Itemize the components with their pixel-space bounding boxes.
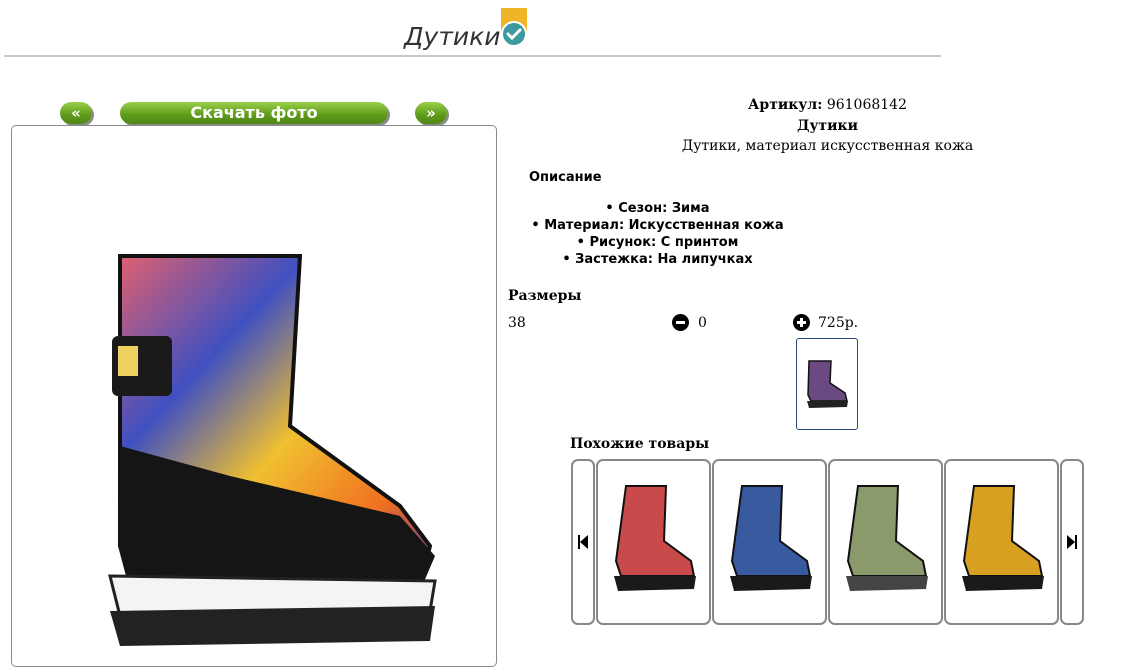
page-title: Дутики bbox=[404, 22, 501, 51]
product-description: Дутики, материал искусственная кожа bbox=[681, 138, 974, 154]
plus-icon[interactable] bbox=[793, 314, 810, 331]
size-price: 725р. bbox=[818, 315, 859, 331]
similar-item[interactable] bbox=[828, 459, 943, 625]
boot-image bbox=[108, 254, 437, 646]
skip-forward-icon bbox=[1067, 535, 1077, 549]
article-line: Артикул: 961068142 bbox=[600, 97, 1055, 113]
sizes-heading: Размеры bbox=[508, 288, 582, 304]
thumb-boot-image bbox=[807, 360, 848, 408]
similar-item[interactable] bbox=[712, 459, 827, 625]
article-label: Артикул: bbox=[748, 97, 823, 113]
minus-icon[interactable] bbox=[672, 314, 689, 331]
carousel-prev-button[interactable] bbox=[571, 459, 595, 625]
boot-image bbox=[962, 485, 1044, 591]
size-value: 38 bbox=[508, 315, 526, 331]
prev-photo-button[interactable]: « bbox=[60, 102, 92, 124]
skip-back-icon bbox=[578, 535, 588, 549]
carousel-next-button[interactable] bbox=[1060, 459, 1084, 625]
next-photo-button[interactable]: » bbox=[415, 102, 447, 124]
product-photo[interactable] bbox=[11, 125, 497, 667]
check-badge-icon bbox=[500, 8, 528, 48]
header-divider bbox=[4, 55, 941, 57]
property-list: • Сезон: Зима • Материал: Искусственная … bbox=[520, 200, 795, 268]
property-item: • Материал: Искусственная кожа bbox=[531, 218, 784, 233]
similar-item[interactable] bbox=[944, 459, 1059, 625]
boot-image bbox=[730, 485, 812, 591]
boot-image bbox=[846, 485, 928, 591]
property-item: • Рисунок: С принтом bbox=[576, 235, 739, 250]
quantity-value: 0 bbox=[698, 315, 707, 331]
similar-heading: Похожие товары bbox=[570, 436, 710, 452]
article-value: 961068142 bbox=[826, 97, 907, 113]
property-item: • Сезон: Зима bbox=[605, 201, 710, 216]
boot-image bbox=[614, 485, 696, 591]
similar-item[interactable] bbox=[596, 459, 711, 625]
property-item: • Застежка: На липучках bbox=[562, 252, 753, 267]
download-photo-button[interactable]: Скачать фото bbox=[120, 102, 388, 124]
product-name: Дутики bbox=[797, 118, 858, 134]
product-thumbnail[interactable] bbox=[796, 338, 858, 430]
description-heading: Описание bbox=[529, 170, 602, 185]
